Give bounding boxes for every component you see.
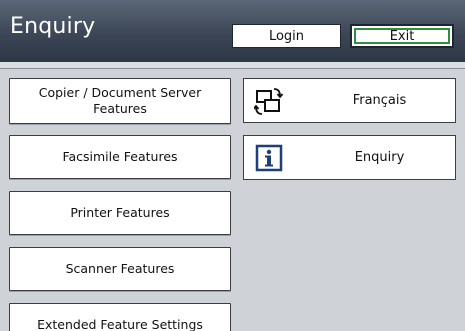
francais-language-button[interactable]: Français: [243, 78, 456, 123]
exit-button-label: Exit: [354, 28, 450, 44]
copier-button-label: Copier / Document Server Features: [39, 85, 202, 117]
copier-label-line2: Features: [93, 101, 147, 116]
enquiry-label: Enquiry: [354, 150, 405, 165]
printer-features-button[interactable]: Printer Features: [9, 191, 231, 235]
login-button[interactable]: Login: [232, 24, 341, 48]
language-switch-icon: [254, 88, 284, 115]
facsimile-features-button[interactable]: Facsimile Features: [9, 135, 231, 179]
enquiry-button[interactable]: Enquiry: [243, 135, 456, 180]
info-icon: [255, 144, 283, 172]
title-bar: Enquiry Login Exit: [0, 0, 465, 62]
copier-document-server-features-button[interactable]: Copier / Document Server Features: [9, 78, 231, 124]
exit-button[interactable]: Exit: [350, 24, 454, 48]
copier-label-line1: Copier / Document Server: [38, 85, 202, 100]
enquiry-screen: Enquiry Login Exit Copier / Document Ser…: [0, 0, 465, 331]
content-panel: Copier / Document Server Features Facsim…: [0, 69, 465, 331]
scanner-features-button[interactable]: Scanner Features: [9, 247, 231, 291]
francais-label: Français: [352, 93, 407, 108]
page-title: Enquiry: [10, 14, 96, 39]
extended-feature-settings-button[interactable]: Extended Feature Settings: [9, 303, 231, 331]
